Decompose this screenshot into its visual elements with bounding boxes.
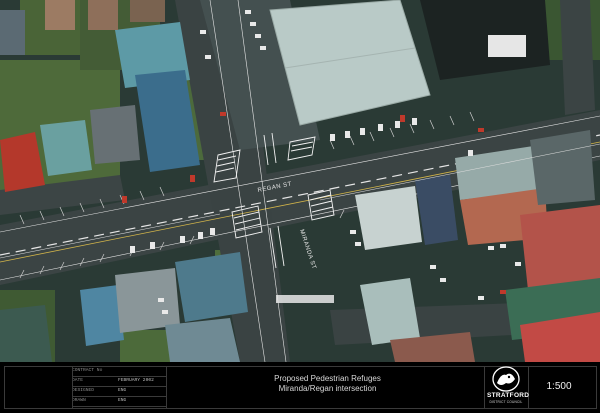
title-row-drawn: DRAWN ENG bbox=[72, 396, 166, 407]
row-value: ENG bbox=[118, 398, 127, 403]
council-name: STRATFORD bbox=[487, 392, 530, 399]
council-logo: STRATFORD DISTRICT COUNCIL bbox=[487, 365, 530, 409]
row-value: FEBRUARY 2002 bbox=[118, 378, 154, 383]
pedestrian-crossing bbox=[276, 295, 334, 303]
row-label: DRAWN bbox=[72, 398, 86, 403]
drawing-title-line2: Miranda/Regan intersection bbox=[278, 384, 377, 393]
row-value: ENG bbox=[118, 388, 127, 393]
aerial-map[interactable]: REGAN ST MIRANDA ST bbox=[0, 0, 600, 362]
row-label: DESIGNED bbox=[72, 388, 95, 393]
row-label: CONTRACT No bbox=[72, 368, 103, 373]
drawing-title: Proposed Pedestrian Refuges Miranda/Rega… bbox=[250, 374, 405, 394]
council-crest-icon bbox=[492, 366, 520, 392]
council-sub: DISTRICT COUNCIL bbox=[489, 400, 523, 404]
row-label: DATE bbox=[72, 378, 84, 383]
drawing-scale: 1:500 bbox=[546, 381, 572, 392]
drawing-title-line1: Proposed Pedestrian Refuges bbox=[274, 374, 381, 383]
